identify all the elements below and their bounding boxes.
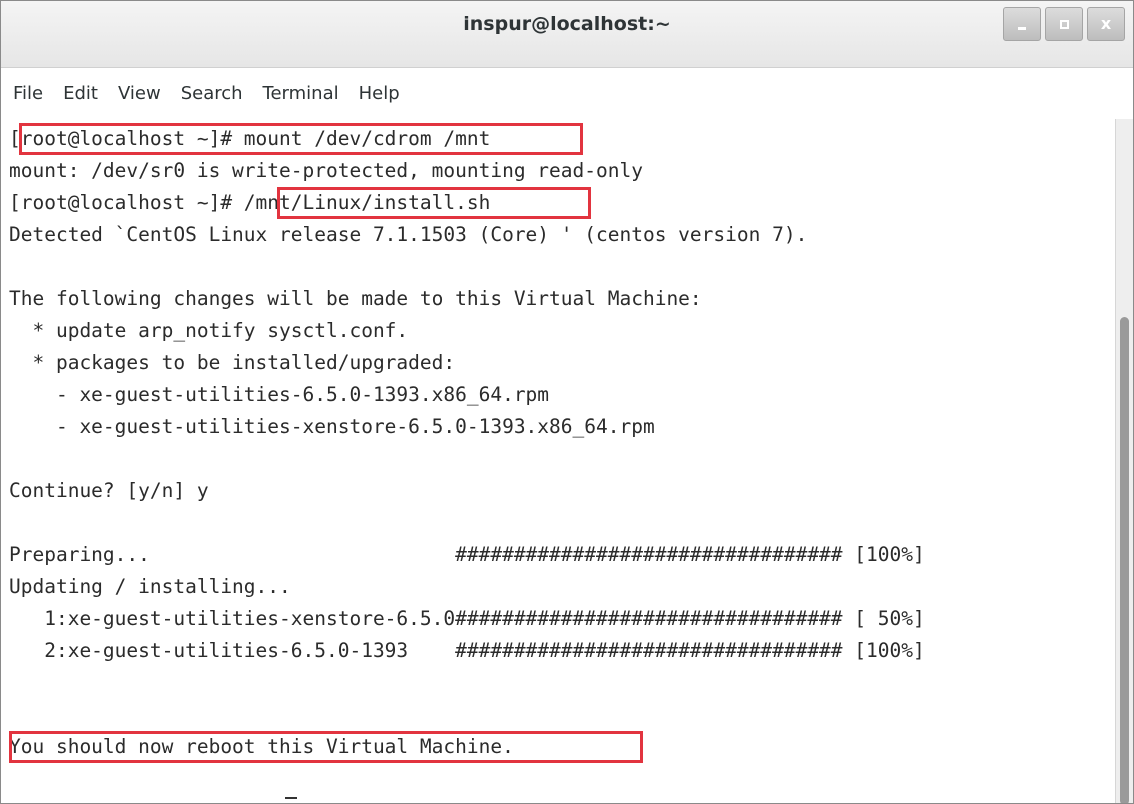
menu-view[interactable]: View [118, 83, 161, 104]
terminal-line: * update arp_notify sysctl.conf. [9, 319, 409, 342]
close-button[interactable]: x [1087, 7, 1125, 41]
window-controls: x [1003, 7, 1125, 41]
terminal-line: 2:xe-guest-utilities-6.5.0-1393 ########… [9, 639, 925, 662]
terminal-cursor [285, 797, 297, 799]
menu-edit[interactable]: Edit [63, 83, 98, 104]
window-title: inspur@localhost:~ [463, 13, 671, 35]
minimize-icon [1018, 26, 1026, 30]
terminal-line: - xe-guest-utilities-xenstore-6.5.0-1393… [9, 415, 655, 438]
title-bar[interactable]: inspur@localhost:~ x [1, 1, 1133, 68]
scrollbar-thumb[interactable] [1120, 317, 1129, 803]
menu-search[interactable]: Search [181, 83, 243, 104]
terminal-line: [root@localhost ~]# /mnt/Linux/install.s… [9, 191, 491, 214]
terminal-scrollbar[interactable] [1115, 119, 1133, 803]
terminal-line: [root@localhost ~]# mount /dev/cdrom /mn… [9, 127, 491, 150]
terminal-line: Updating / installing... [9, 575, 291, 598]
terminal-line: - xe-guest-utilities-6.5.0-1393.x86_64.r… [9, 383, 550, 406]
close-icon: x [1100, 14, 1112, 33]
terminal-window: inspur@localhost:~ x File Edit View Sear… [0, 0, 1134, 804]
menu-bar: File Edit View Search Terminal Help [1, 73, 1133, 113]
minimize-button[interactable] [1003, 7, 1041, 41]
terminal-line: The following changes will be made to th… [9, 287, 702, 310]
terminal-line: Continue? [y/n] y [9, 479, 209, 502]
terminal-line: * packages to be installed/upgraded: [9, 351, 456, 374]
menu-help[interactable]: Help [359, 83, 400, 104]
menu-file[interactable]: File [13, 83, 43, 104]
menu-terminal[interactable]: Terminal [263, 83, 339, 104]
terminal-line: 1:xe-guest-utilities-xenstore-6.5.0#####… [9, 607, 925, 630]
terminal-line: Preparing... ###########################… [9, 543, 925, 566]
terminal-line: Detected `CentOS Linux release 7.1.1503 … [9, 223, 808, 246]
maximize-button[interactable] [1045, 7, 1083, 41]
maximize-icon [1059, 19, 1069, 29]
terminal-line: mount: /dev/sr0 is write-protected, moun… [9, 159, 643, 182]
terminal-output[interactable]: [root@localhost ~]# mount /dev/cdrom /mn… [1, 119, 1117, 803]
terminal-line: You should now reboot this Virtual Machi… [9, 735, 514, 758]
